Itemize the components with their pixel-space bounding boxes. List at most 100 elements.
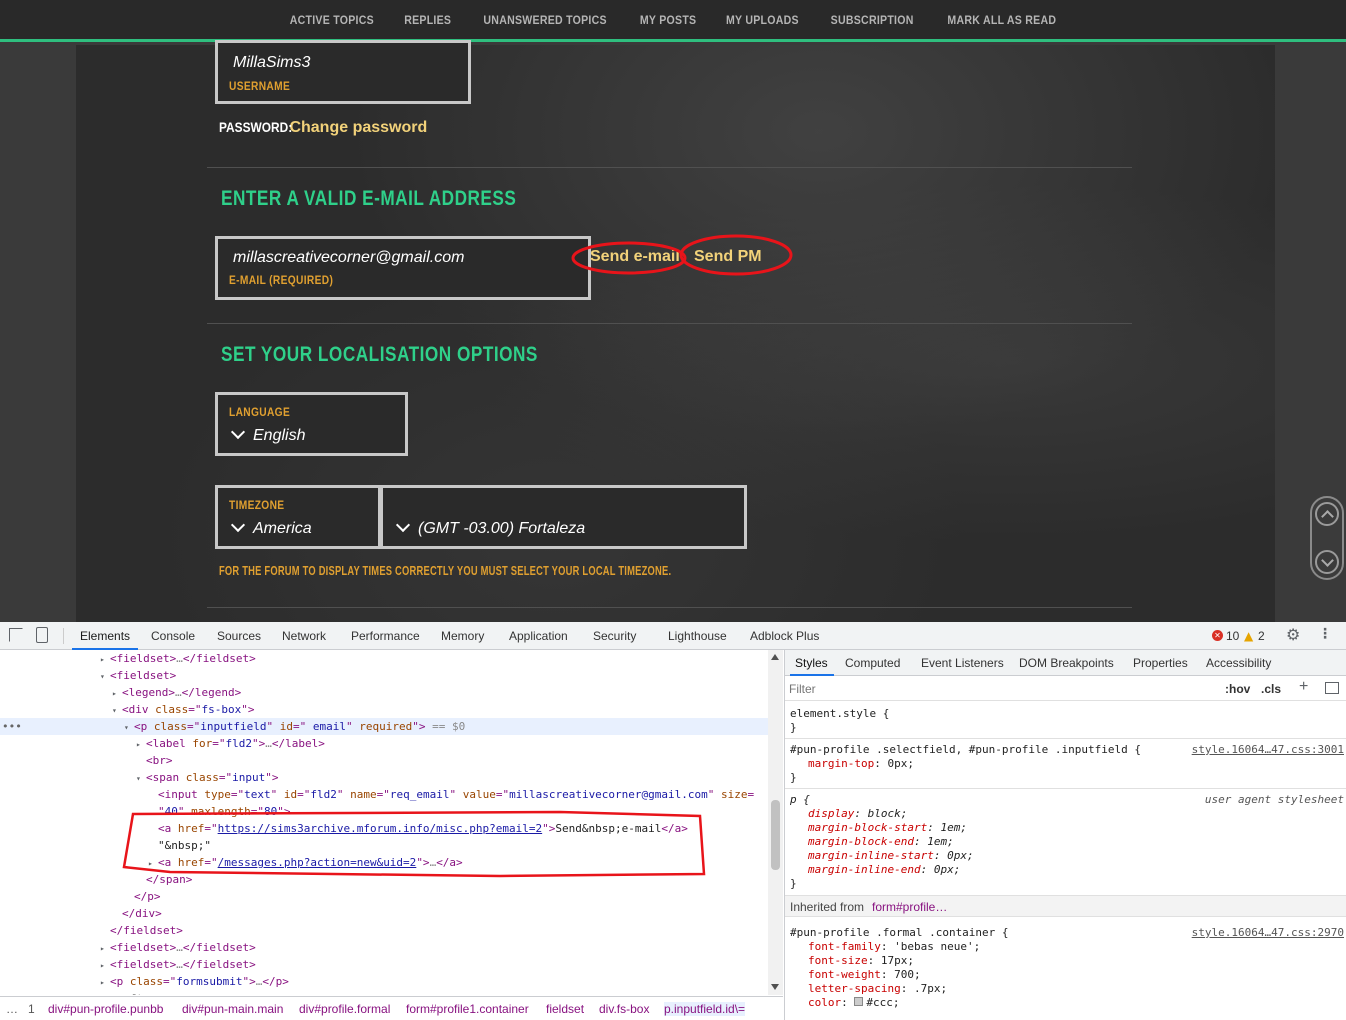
nav-mark-all-as-read[interactable]: MARK ALL AS READ bbox=[948, 13, 1057, 27]
rule1-selector[interactable]: #pun-profile .selectfield, #pun-profile … bbox=[790, 743, 1141, 756]
tab-sources[interactable]: Sources bbox=[217, 629, 261, 643]
property-name[interactable]: margin-top bbox=[808, 757, 874, 770]
dom-node-markup[interactable]: <p class="inputfield" id=" email" requir… bbox=[134, 720, 465, 733]
tab-accessibility[interactable]: Accessibility bbox=[1206, 656, 1271, 670]
dom-node-markup[interactable]: <a href="/messages.php?action=new&uid=2"… bbox=[158, 856, 463, 869]
warning-icon[interactable]: ▲ bbox=[1244, 629, 1253, 643]
breadcrumb-item[interactable]: div#profile.formal bbox=[299, 1002, 390, 1016]
tab-computed[interactable]: Computed bbox=[845, 656, 900, 670]
dom-node[interactable]: ▸ <p class="formsubmit">…</p> bbox=[100, 973, 289, 990]
timezone-region-select[interactable]: TIMEZONE America bbox=[215, 485, 381, 549]
dom-node[interactable]: ::after bbox=[100, 990, 156, 995]
expand-triangle-open-icon[interactable]: ▾ bbox=[136, 770, 146, 787]
breadcrumb-item[interactable]: div#pun-profile.punbb bbox=[48, 1002, 163, 1016]
dom-node-markup[interactable]: <fieldset> bbox=[110, 669, 176, 682]
dom-node-markup[interactable]: <fieldset>…</fieldset> bbox=[110, 941, 256, 954]
tab-styles[interactable]: Styles bbox=[795, 656, 828, 670]
device-toggle-icon[interactable] bbox=[36, 627, 48, 643]
tab-lighthouse[interactable]: Lighthouse bbox=[668, 629, 727, 643]
rule3-declaration[interactable]: font-weight: 700; bbox=[808, 968, 921, 981]
dom-node-markup[interactable]: <label for="fld2">…</label> bbox=[146, 737, 325, 750]
expand-triangle-closed-icon[interactable]: ▸ bbox=[100, 940, 110, 957]
dom-node-markup[interactable]: <fieldset>…</fieldset> bbox=[110, 652, 256, 665]
tab-security[interactable]: Security bbox=[593, 629, 636, 643]
dom-node[interactable]: </div> bbox=[112, 905, 162, 922]
breadcrumb-item[interactable]: p.inputfield.id\= bbox=[664, 1002, 746, 1016]
tab-dom-breakpoints[interactable]: DOM Breakpoints bbox=[1019, 656, 1114, 670]
tab-event-listeners[interactable]: Event Listeners bbox=[921, 656, 1004, 670]
timezone-region-row[interactable]: America bbox=[230, 517, 312, 538]
dom-node[interactable]: ▸ <label for="fld2">…</label> bbox=[136, 735, 325, 752]
email-value[interactable]: millascreativecorner@gmail.com bbox=[233, 249, 464, 267]
rule1-source-link[interactable]: style.16064…47.css:3001 bbox=[1192, 743, 1344, 756]
scroll-down-button[interactable] bbox=[1315, 550, 1339, 574]
expand-triangle-open-icon[interactable]: ▾ bbox=[100, 668, 110, 685]
dom-node-markup[interactable]: <a href="https://sims3archive.mforum.inf… bbox=[158, 822, 688, 835]
cls-toggle[interactable]: .cls bbox=[1261, 682, 1281, 696]
dom-node-markup[interactable]: "40" maxlength="80"> bbox=[158, 805, 290, 818]
dom-node[interactable]: <input type="text" id="fld2" name="req_e… bbox=[148, 786, 754, 803]
dom-node[interactable]: ▸ <legend>…</legend> bbox=[112, 684, 241, 701]
dom-node-markup[interactable]: <br> bbox=[146, 754, 173, 767]
dom-node-markup[interactable]: ::after bbox=[110, 992, 156, 995]
nav-my-posts[interactable]: MY POSTS bbox=[640, 13, 696, 27]
styles-filter-input[interactable] bbox=[789, 680, 1213, 698]
dom-node-markup[interactable]: </p> bbox=[134, 890, 161, 903]
hov-toggle[interactable]: :hov bbox=[1225, 682, 1250, 696]
dom-node[interactable]: ▸ <fieldset>…</fieldset> bbox=[100, 939, 256, 956]
dom-node[interactable]: </span> bbox=[136, 871, 192, 888]
send-pm-link[interactable]: Send PM bbox=[694, 248, 762, 266]
dom-node-markup[interactable]: <span class="input"> bbox=[146, 771, 279, 784]
expand-triangle-open-icon[interactable]: ▾ bbox=[124, 719, 134, 736]
dom-node-markup[interactable]: <legend>…</legend> bbox=[122, 686, 241, 699]
breadcrumb-item[interactable]: div.fs-box bbox=[599, 1002, 649, 1016]
dom-node-markup[interactable]: </span> bbox=[146, 873, 192, 886]
scroll-up-arrow-icon[interactable] bbox=[771, 654, 779, 660]
language-value-row[interactable]: English bbox=[230, 424, 305, 445]
rule3-declaration[interactable]: letter-spacing: .7px; bbox=[808, 982, 947, 995]
send-email-link[interactable]: Send e-mail bbox=[590, 248, 680, 266]
rule3-source-link[interactable]: style.16064…47.css:2970 bbox=[1192, 926, 1344, 939]
change-password-link[interactable]: Change password bbox=[289, 119, 427, 136]
rule1-declaration[interactable]: margin-top: 0px; bbox=[808, 757, 914, 770]
dom-node[interactable]: <br> bbox=[136, 752, 173, 769]
scroll-up-button[interactable] bbox=[1315, 502, 1339, 526]
tab-network[interactable]: Network bbox=[282, 629, 326, 643]
dom-node[interactable]: ▾ <span class="input"> bbox=[136, 769, 279, 786]
dom-node[interactable]: ▸ <fieldset>…</fieldset> bbox=[100, 956, 256, 973]
dom-node[interactable]: ▸ <fieldset>…</fieldset> bbox=[100, 650, 256, 667]
nav-unanswered-topics[interactable]: UNANSWERED TOPICS bbox=[483, 13, 606, 27]
dom-node[interactable]: ▾ <div class="fs-box"> bbox=[112, 701, 255, 718]
inherited-from-link[interactable]: form#profile… bbox=[872, 900, 947, 914]
element-style-rule[interactable]: element.style { bbox=[790, 707, 889, 720]
tab-elements[interactable]: Elements bbox=[80, 629, 130, 643]
expand-triangle-closed-icon[interactable]: ▸ bbox=[112, 685, 122, 702]
breadcrumb-item[interactable]: fieldset bbox=[546, 1002, 584, 1016]
tab-properties[interactable]: Properties bbox=[1133, 656, 1188, 670]
add-rule-icon[interactable]: + bbox=[1299, 678, 1308, 696]
tab-application[interactable]: Application bbox=[509, 629, 568, 643]
breadcrumb-item[interactable]: div#pun-main.main bbox=[182, 1002, 283, 1016]
tab-performance[interactable]: Performance bbox=[351, 629, 420, 643]
inspect-element-icon[interactable] bbox=[9, 628, 23, 642]
dom-node[interactable]: ▾ <p class="inputfield" id=" email" requi… bbox=[124, 718, 465, 735]
error-count[interactable]: 10 bbox=[1226, 629, 1239, 643]
elements-scrollbar[interactable] bbox=[768, 650, 783, 995]
dom-node-markup[interactable]: </fieldset> bbox=[110, 924, 183, 937]
property-value[interactable]: 0px; bbox=[887, 757, 914, 770]
nav-subscription[interactable]: SUBSCRIPTION bbox=[831, 13, 914, 27]
expand-triangle-closed-icon[interactable]: ▸ bbox=[148, 855, 158, 872]
dom-node[interactable]: ▾ <fieldset> bbox=[100, 667, 176, 684]
expand-triangle-closed-icon[interactable]: ▸ bbox=[136, 736, 146, 753]
dom-node-markup[interactable]: </div> bbox=[122, 907, 162, 920]
language-select[interactable]: LANGUAGE English bbox=[215, 392, 408, 456]
dom-node[interactable]: <a href="https://sims3archive.mforum.inf… bbox=[148, 820, 688, 837]
dom-node-markup[interactable]: <fieldset>…</fieldset> bbox=[110, 958, 256, 971]
rule3-declaration[interactable]: font-family: 'bebas neue'; bbox=[808, 940, 980, 953]
sidebar-toggle-icon[interactable] bbox=[1325, 682, 1339, 694]
timezone-city-select[interactable]: (GMT -03.00) Fortaleza bbox=[380, 485, 747, 549]
rule3-declaration[interactable]: font-size: 17px; bbox=[808, 954, 914, 967]
scroll-down-arrow-icon[interactable] bbox=[771, 984, 779, 990]
nav-active-topics[interactable]: ACTIVE TOPICS bbox=[290, 13, 374, 27]
dom-node-markup[interactable]: <p class="formsubmit">…</p> bbox=[110, 975, 289, 988]
